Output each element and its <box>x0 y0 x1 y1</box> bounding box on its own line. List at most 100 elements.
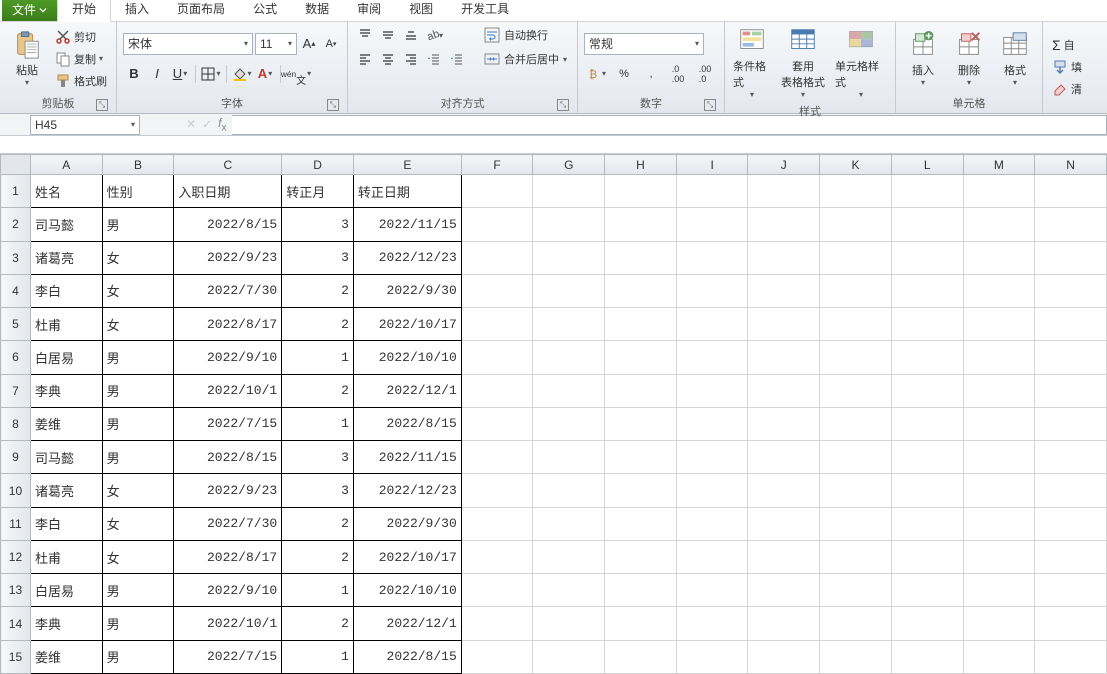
align-left-button[interactable] <box>354 48 376 70</box>
cell[interactable] <box>820 540 892 573</box>
cell[interactable]: 2022/12/23 <box>353 241 461 274</box>
font-size-select[interactable]: 11▾ <box>255 33 297 55</box>
cell[interactable] <box>605 574 677 607</box>
fill-button[interactable]: 填 <box>1049 57 1085 77</box>
column-header[interactable]: M <box>963 155 1035 175</box>
cell[interactable] <box>605 208 677 241</box>
dialog-launcher-icon[interactable]: ⤡ <box>327 99 339 111</box>
row-header[interactable]: 7 <box>1 374 31 407</box>
cell[interactable] <box>963 308 1035 341</box>
cell[interactable] <box>1035 407 1107 440</box>
cell[interactable] <box>891 341 963 374</box>
cell[interactable]: 2 <box>282 274 354 307</box>
cell[interactable]: 男 <box>102 640 174 673</box>
cell[interactable]: 诸葛亮 <box>30 474 102 507</box>
cell[interactable]: 李典 <box>30 607 102 640</box>
cell[interactable]: 2022/9/23 <box>174 474 282 507</box>
cell[interactable]: 2022/12/1 <box>353 607 461 640</box>
cell[interactable] <box>461 507 533 540</box>
cell[interactable]: 2022/12/1 <box>353 374 461 407</box>
insert-cells-button[interactable]: 插入▾ <box>902 24 944 93</box>
cell[interactable] <box>748 274 820 307</box>
cell[interactable] <box>676 175 748 208</box>
cell[interactable] <box>461 407 533 440</box>
cell[interactable]: 白居易 <box>30 341 102 374</box>
cell[interactable] <box>820 441 892 474</box>
cell[interactable] <box>820 374 892 407</box>
underline-button[interactable]: U▾ <box>169 63 191 85</box>
merge-center-button[interactable]: 合并后居中▾ <box>480 48 571 70</box>
cell[interactable] <box>605 441 677 474</box>
cell[interactable] <box>676 308 748 341</box>
cell[interactable] <box>891 407 963 440</box>
cell[interactable] <box>748 407 820 440</box>
cell[interactable]: 2022/8/15 <box>353 407 461 440</box>
cell[interactable] <box>461 341 533 374</box>
cell[interactable] <box>1035 507 1107 540</box>
tab-review[interactable]: 审阅 <box>343 0 395 21</box>
file-tab[interactable]: 文件 <box>2 0 57 21</box>
cell[interactable]: 2022/8/15 <box>174 208 282 241</box>
cell[interactable] <box>676 607 748 640</box>
cell[interactable] <box>891 640 963 673</box>
cell[interactable]: 杜甫 <box>30 540 102 573</box>
cell[interactable] <box>891 308 963 341</box>
decrease-font-button[interactable]: A▾ <box>321 33 341 55</box>
cell[interactable] <box>891 441 963 474</box>
cell[interactable]: 杜甫 <box>30 308 102 341</box>
tab-developer[interactable]: 开发工具 <box>447 0 523 21</box>
font-color-button[interactable]: A▾ <box>254 63 276 85</box>
cell[interactable] <box>533 374 605 407</box>
row-header[interactable]: 15 <box>1 640 31 673</box>
cell[interactable] <box>533 308 605 341</box>
cell[interactable] <box>1035 574 1107 607</box>
cell[interactable]: 2022/7/15 <box>174 407 282 440</box>
cell[interactable]: 司马懿 <box>30 441 102 474</box>
cell[interactable] <box>676 540 748 573</box>
cell[interactable] <box>748 441 820 474</box>
cell[interactable]: 1 <box>282 341 354 374</box>
cell[interactable] <box>605 374 677 407</box>
cell[interactable] <box>1035 308 1107 341</box>
cell[interactable] <box>533 274 605 307</box>
cell[interactable]: 男 <box>102 441 174 474</box>
cell[interactable]: 男 <box>102 574 174 607</box>
cell[interactable] <box>963 175 1035 208</box>
cell[interactable]: 男 <box>102 374 174 407</box>
cell[interactable]: 姜维 <box>30 640 102 673</box>
cell[interactable]: 2022/10/17 <box>353 308 461 341</box>
cell[interactable] <box>963 441 1035 474</box>
cell[interactable]: 1 <box>282 407 354 440</box>
cell[interactable] <box>605 274 677 307</box>
cell[interactable] <box>748 241 820 274</box>
cell[interactable] <box>533 540 605 573</box>
cell[interactable] <box>461 640 533 673</box>
fill-color-button[interactable]: ▾ <box>231 63 253 85</box>
format-cells-button[interactable]: 格式▾ <box>994 24 1036 93</box>
column-header[interactable]: E <box>353 155 461 175</box>
cell[interactable] <box>676 241 748 274</box>
cell[interactable]: 1 <box>282 574 354 607</box>
cell[interactable] <box>963 341 1035 374</box>
cell[interactable] <box>1035 474 1107 507</box>
column-header[interactable]: B <box>102 155 174 175</box>
cell[interactable]: 2022/7/30 <box>174 274 282 307</box>
wrap-text-button[interactable]: 自动换行 <box>480 24 571 46</box>
column-header[interactable]: A <box>30 155 102 175</box>
cell[interactable] <box>461 274 533 307</box>
cell[interactable]: 男 <box>102 607 174 640</box>
cell[interactable] <box>963 640 1035 673</box>
cell[interactable] <box>676 374 748 407</box>
column-header[interactable]: D <box>282 155 354 175</box>
cell[interactable] <box>891 507 963 540</box>
cell[interactable] <box>1035 374 1107 407</box>
cell[interactable] <box>963 274 1035 307</box>
cell[interactable] <box>891 540 963 573</box>
cell[interactable] <box>461 374 533 407</box>
cell[interactable]: 2022/9/30 <box>353 274 461 307</box>
cell[interactable] <box>533 175 605 208</box>
cell[interactable]: 2022/10/1 <box>174 374 282 407</box>
dialog-launcher-icon[interactable]: ⤡ <box>557 99 569 111</box>
align-middle-button[interactable] <box>377 24 399 46</box>
cell[interactable] <box>605 607 677 640</box>
